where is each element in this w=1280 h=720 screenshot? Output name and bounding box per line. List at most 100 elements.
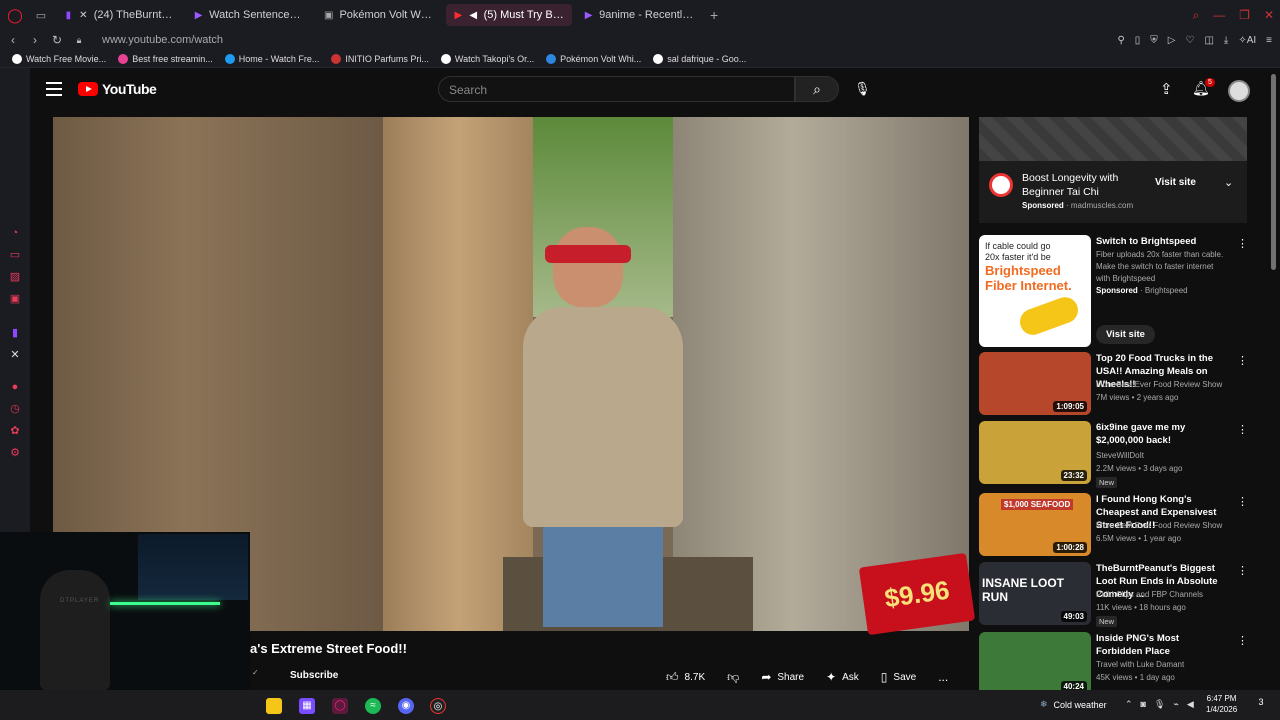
tab-0[interactable]: ▮ ✕ (24) TheBurntPeanut_ — [56, 4, 182, 26]
speaker-icon[interactable]: ◀ — [469, 10, 478, 21]
ad-banner[interactable] — [979, 117, 1247, 161]
subscribe-button[interactable]: Subscribe — [280, 667, 348, 687]
file-explorer-icon[interactable] — [266, 698, 282, 714]
app-icon[interactable]: ◎ — [430, 698, 446, 714]
aria-icon[interactable]: ◔ — [8, 226, 22, 240]
page-scrollbar[interactable] — [1270, 74, 1278, 690]
close-button[interactable]: ✕ — [1264, 8, 1274, 22]
clock[interactable]: 6:47 PM 1/4/2026 — [1206, 693, 1237, 715]
spotify-icon[interactable]: ≈ — [365, 698, 381, 714]
ad-thumbnail: If cable could go 20x faster it'd be Bri… — [979, 235, 1091, 347]
download-icon[interactable]: ⤓ — [1224, 35, 1228, 46]
save-button[interactable]: ▯ Save — [875, 667, 922, 687]
heart-icon[interactable]: ♡ — [1185, 35, 1194, 46]
list-item[interactable]: INSANE LOOT RUN 49:03 TheBurntPeanut's B… — [979, 562, 1248, 627]
rec-channel: PULI Clips and FBP Channels — [1096, 590, 1204, 599]
visit-site-button[interactable]: Visit site — [1155, 177, 1196, 188]
chevron-up-icon[interactable]: ⌃ — [1125, 699, 1133, 710]
avatar[interactable] — [1228, 80, 1250, 102]
tab-overview-icon[interactable]: ▭ — [30, 9, 52, 22]
search-input[interactable]: Search — [438, 76, 795, 102]
search-icon[interactable]: ⌕ — [795, 76, 839, 102]
rec-channel: Travel with Luke Damant — [1096, 660, 1185, 669]
mute-icon[interactable]: ✕ — [79, 10, 88, 21]
extensions-icon[interactable]: ✿ — [8, 424, 22, 438]
more-vert-icon[interactable]: ⋮ — [1237, 423, 1248, 436]
youtube-logo[interactable]: YouTube — [78, 81, 157, 97]
ai-icon[interactable]: ✧AI — [1238, 35, 1256, 46]
music-icon[interactable]: ● — [8, 380, 22, 394]
thumbs-up-icon: 👍︎ — [666, 669, 679, 684]
network-icon[interactable]: ⌁ — [1173, 699, 1178, 710]
bookmark-item[interactable]: Watch Takopi's Or... — [440, 53, 534, 64]
camera-icon[interactable]: ◫ — [1204, 35, 1213, 46]
list-item[interactable]: 23:32 6ix9ine gave me my $2,000,000 back… — [979, 421, 1248, 488]
player-icon[interactable]: ▷ — [1168, 35, 1176, 46]
tab-3[interactable]: ▶ ◀ (5) Must Try Before Yo — [446, 4, 572, 26]
bookmark-item[interactable]: Home - Watch Fre... — [224, 53, 319, 64]
store-icon[interactable]: ▦ — [299, 698, 315, 714]
game-icon[interactable]: ▨ — [8, 270, 22, 284]
mic-icon[interactable]: 🎙︎ — [1154, 699, 1165, 710]
volume-icon[interactable]: ◀ — [1187, 699, 1194, 710]
more-button[interactable]: ... — [938, 670, 948, 684]
mic-icon[interactable]: 🎙︎ — [854, 81, 871, 97]
video-thumbnail: INSANE LOOT RUN 49:03 — [979, 562, 1091, 625]
workspace-icon[interactable]: ▭ — [8, 248, 22, 262]
new-tab-button[interactable]: + — [710, 7, 718, 23]
reload-button[interactable]: ↻ — [48, 33, 66, 47]
search-tabs-icon[interactable]: ⌕ — [1192, 8, 1199, 23]
list-item[interactable]: 40:24 Inside PNG's Most Forbidden Place … — [979, 632, 1248, 695]
x-icon[interactable]: ✕ — [8, 348, 22, 362]
sponsored-item[interactable]: If cable could go 20x faster it'd be Bri… — [979, 235, 1248, 347]
tab-2[interactable]: ▣ Pokémon Volt White 2 Re — [316, 4, 442, 26]
messenger-icon[interactable]: ▣ — [8, 292, 22, 306]
twitch-icon[interactable]: ▮ — [8, 326, 22, 340]
bookmark-item[interactable]: INITIO Parfums Pri... — [331, 53, 429, 64]
rec-channel: More Best Ever Food Review Show — [1096, 380, 1223, 389]
notification-icon[interactable]: 3 — [1252, 697, 1270, 713]
ask-button[interactable]: ✦ Ask — [820, 667, 865, 687]
tab-label: Pokémon Volt White 2 Re — [339, 9, 434, 21]
history-icon[interactable]: ◷ — [8, 402, 22, 416]
bookmark-icon[interactable]: ▯ — [1135, 35, 1141, 46]
forward-button[interactable]: › — [26, 33, 44, 47]
opera-menu-icon[interactable]: ◯ — [0, 0, 30, 30]
tab-1[interactable]: ▶ Watch Sentenced to Be a — [186, 4, 312, 26]
dislike-button[interactable]: 👎︎ — [721, 667, 745, 687]
new-badge: New — [1096, 616, 1118, 627]
shield-icon[interactable]: ⛨ — [1150, 35, 1158, 46]
more-vert-icon[interactable]: ⋮ — [1237, 237, 1248, 250]
pin-icon[interactable]: ⚲ — [1117, 35, 1124, 46]
more-vert-icon[interactable]: ⋮ — [1237, 495, 1248, 508]
share-button[interactable]: ➦ Share — [755, 667, 810, 687]
maximize-button[interactable]: ❐ — [1239, 8, 1250, 22]
bookmark-item[interactable]: Pokémon Volt Whi... — [546, 53, 641, 64]
discord-icon[interactable]: ◉ — [398, 698, 414, 714]
upload-icon[interactable]: ⇪ — [1160, 80, 1173, 98]
scrollbar-thumb[interactable] — [1271, 74, 1276, 270]
more-vert-icon[interactable]: ⋮ — [1237, 634, 1248, 647]
chevron-down-icon[interactable]: ⌄ — [1224, 176, 1233, 189]
weather-widget[interactable]: ❄ Cold weather — [1040, 699, 1107, 710]
bookmark-item[interactable]: Watch Free Movie... — [12, 53, 106, 64]
minimize-button[interactable]: — — [1213, 8, 1225, 22]
camera-icon[interactable]: ◙ — [1141, 699, 1146, 710]
bookmark-item[interactable]: sal dafrique - Goo... — [653, 53, 746, 64]
rec-title: Inside PNG's Most Forbidden Place — [1096, 633, 1180, 657]
more-vert-icon[interactable]: ⋮ — [1237, 354, 1248, 367]
menu-icon[interactable]: ≡ — [1266, 35, 1272, 46]
visit-site-button[interactable]: Visit site — [1096, 325, 1155, 344]
tab-4[interactable]: ▶ 9anime - Recently update — [576, 4, 702, 26]
list-item[interactable]: 1:09:05 Top 20 Food Trucks in the USA!! … — [979, 352, 1248, 417]
settings-icon[interactable]: ⚙ — [8, 446, 22, 460]
back-button[interactable]: ‹ — [4, 33, 22, 47]
hamburger-icon[interactable] — [46, 82, 62, 96]
url-field[interactable]: www.youtube.com/watch — [102, 34, 223, 46]
bookmark-item[interactable]: Best free streamin... — [118, 53, 213, 64]
ad-card[interactable]: Boost Longevity with Beginner Tai Chi Sp… — [979, 161, 1247, 223]
list-item[interactable]: $1,000 SEAFOOD 1:00:28 I Found Hong Kong… — [979, 493, 1248, 558]
like-button[interactable]: 👍︎ 8.7K — [660, 667, 711, 687]
more-vert-icon[interactable]: ⋮ — [1237, 564, 1248, 577]
opera-icon[interactable]: ◯ — [332, 698, 348, 714]
